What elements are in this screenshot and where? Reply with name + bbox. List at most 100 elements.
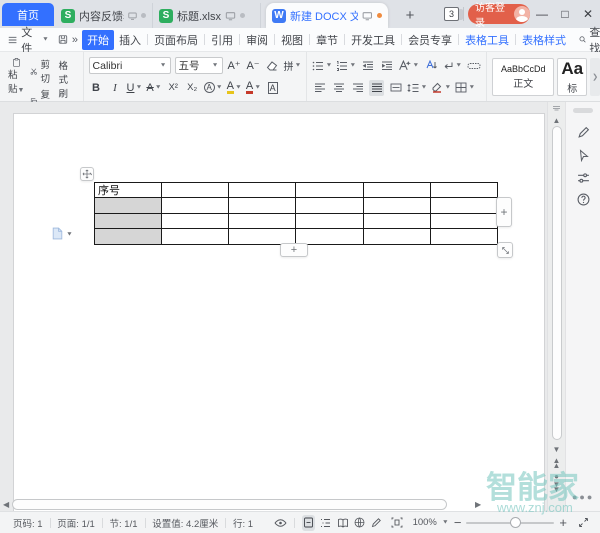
clear-format-button[interactable] xyxy=(265,58,280,74)
zoom-slider-knob[interactable] xyxy=(510,516,522,528)
rail-more-dots[interactable]: ●●● xyxy=(572,492,594,502)
vscroll-thumb[interactable] xyxy=(551,126,562,440)
table-cell-selected[interactable] xyxy=(95,198,163,214)
maximize-button[interactable]: □ xyxy=(557,6,573,22)
ruler-toggle-icon[interactable] xyxy=(548,102,565,114)
read-mode-button[interactable] xyxy=(336,515,349,531)
table-move-handle[interactable] xyxy=(80,167,94,181)
adjust-sliders-icon[interactable] xyxy=(575,169,592,186)
text-direction-button[interactable] xyxy=(423,58,438,74)
next-page-button[interactable]: ▼ ▼ xyxy=(548,481,565,494)
table-cell-header[interactable]: 序号 xyxy=(95,183,163,199)
decrease-indent-button[interactable] xyxy=(360,58,375,74)
fit-page-icon[interactable] xyxy=(388,515,406,531)
align-center-button[interactable] xyxy=(331,80,346,96)
file-menu[interactable]: 文件 xyxy=(21,24,38,56)
menu-insert[interactable]: 插入 xyxy=(114,30,146,50)
circled-character-button[interactable]: A ▼ xyxy=(203,80,223,96)
eye-protect-icon[interactable] xyxy=(274,515,287,531)
borders-button[interactable]: ▼ xyxy=(455,80,475,96)
table-cell[interactable] xyxy=(162,198,230,214)
align-left-button[interactable] xyxy=(312,80,327,96)
highlight-color-button[interactable]: A ▼ xyxy=(226,80,242,96)
format-painter-button[interactable]: 格式刷 xyxy=(56,56,78,100)
table-cell[interactable] xyxy=(162,183,230,199)
new-tab-button[interactable]: + xyxy=(400,5,420,25)
font-size-select[interactable]: 五号 ▼ xyxy=(174,57,223,74)
guest-login-button[interactable]: 访客登录 xyxy=(468,3,530,29)
hscroll-right-arrow[interactable]: ▶ xyxy=(475,501,481,509)
table-cell[interactable] xyxy=(162,229,230,245)
web-view-button[interactable] xyxy=(353,515,366,531)
justify-button[interactable] xyxy=(369,79,385,96)
menu-section[interactable]: 章节 xyxy=(311,30,343,50)
italic-button[interactable]: I xyxy=(108,80,123,96)
bold-button[interactable]: B xyxy=(89,80,104,96)
menu-page-layout[interactable]: 页面布局 xyxy=(149,30,203,50)
smart-tag[interactable]: ▼ xyxy=(52,227,73,240)
save-icon[interactable] xyxy=(58,33,68,46)
table-resize-handle[interactable] xyxy=(497,242,513,258)
window-count-badge[interactable]: 3 xyxy=(444,7,463,21)
tab-document-active[interactable]: W 新建 DOCX 文 xyxy=(266,3,388,28)
zoom-slider[interactable] xyxy=(466,516,555,528)
distribute-button[interactable] xyxy=(388,80,403,96)
superscript-button[interactable]: X² xyxy=(166,80,181,96)
table-cell[interactable] xyxy=(430,183,498,199)
styles-scrollbar[interactable]: ❯ xyxy=(590,57,600,96)
table-cell[interactable] xyxy=(363,183,431,199)
outline-view-button[interactable] xyxy=(319,515,332,531)
select-cursor-icon[interactable] xyxy=(575,147,592,164)
zoom-out-button[interactable]: − xyxy=(454,515,462,530)
table-add-row-button[interactable]: + xyxy=(280,243,308,257)
previous-page-button[interactable]: ▲ ▲ xyxy=(548,457,565,470)
table-cell-selected[interactable] xyxy=(95,213,163,230)
underline-button[interactable]: U ▼ xyxy=(127,80,143,96)
hscroll-left-arrow[interactable]: ◀ xyxy=(3,501,9,509)
menu-review[interactable]: 审阅 xyxy=(241,30,273,50)
zoom-value[interactable]: 100% xyxy=(413,517,437,528)
table-cell[interactable] xyxy=(430,213,498,230)
vertical-scrollbar[interactable]: ▲ ▼ ▲ ▲ ● ▼ ▼ xyxy=(547,102,565,511)
text-effects-button[interactable]: ▼ xyxy=(398,58,419,74)
minimize-button[interactable]: — xyxy=(534,6,550,22)
menu-references[interactable]: 引用 xyxy=(206,30,238,50)
table-cell[interactable] xyxy=(229,213,297,230)
table-cell[interactable] xyxy=(363,229,431,245)
hamburger-icon[interactable] xyxy=(8,35,17,45)
character-border-button[interactable]: A xyxy=(265,80,280,96)
edit-pen-icon[interactable] xyxy=(370,515,383,531)
tab-stops-button[interactable] xyxy=(466,58,481,74)
rail-handle[interactable] xyxy=(573,108,593,113)
menu-home[interactable]: 开始 xyxy=(82,29,115,50)
page-view-button[interactable] xyxy=(301,514,316,531)
paste-button[interactable]: 粘贴▼ xyxy=(5,56,28,97)
vscroll-up-arrow[interactable]: ▲ xyxy=(548,114,565,126)
table-add-column-button[interactable]: + xyxy=(496,197,512,227)
align-right-button[interactable] xyxy=(350,80,365,96)
line-break-button[interactable]: ▼ xyxy=(442,58,462,74)
cut-button[interactable]: 剪切 xyxy=(28,56,56,86)
table-cell[interactable] xyxy=(162,213,230,230)
menu-table-style[interactable]: 表格样式 xyxy=(517,30,571,50)
table-cell[interactable] xyxy=(296,213,364,230)
table-cell[interactable] xyxy=(430,198,498,214)
close-button[interactable]: ✕ xyxy=(580,6,596,22)
font-color-button[interactable]: A ▼ xyxy=(245,80,261,96)
hscroll-thumb[interactable] xyxy=(12,499,447,510)
table-cell[interactable] xyxy=(430,229,498,245)
style-normal[interactable]: AaBbCcDd 正文 xyxy=(492,57,555,96)
chevron-down-icon[interactable]: ▼ xyxy=(442,520,449,526)
more-commands[interactable]: » xyxy=(72,34,78,46)
zoom-in-button[interactable]: + xyxy=(559,515,567,530)
vscroll-down-arrow[interactable]: ▼ xyxy=(548,443,565,455)
menu-table-tools[interactable]: 表格工具 xyxy=(460,30,514,50)
strikethrough-button[interactable]: A ▼ xyxy=(146,80,161,96)
increase-indent-button[interactable] xyxy=(379,58,394,74)
tab-spreadsheet-2[interactable]: S 标题.xlsx xyxy=(153,3,261,28)
help-icon[interactable] xyxy=(575,191,592,208)
shading-button[interactable]: ▼ xyxy=(431,80,451,96)
table-cell[interactable] xyxy=(229,183,297,199)
annotate-pen-icon[interactable] xyxy=(575,124,592,141)
menu-developer[interactable]: 开发工具 xyxy=(346,30,400,50)
